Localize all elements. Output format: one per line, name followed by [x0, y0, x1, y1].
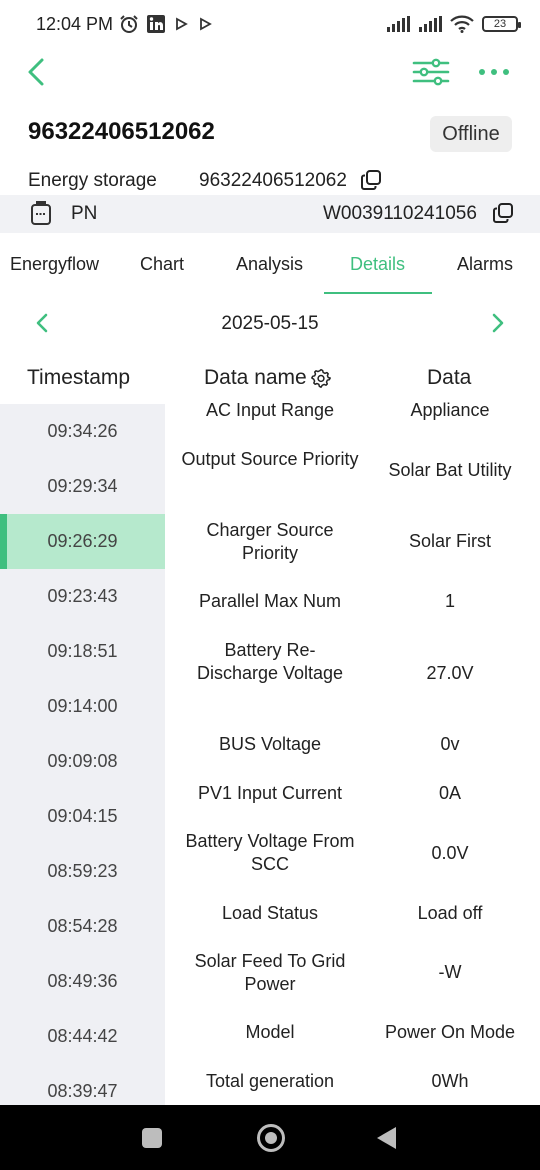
- selected-date[interactable]: 2025-05-15: [0, 313, 540, 335]
- data-value-cell: 27.0V: [426, 663, 474, 683]
- system-nav-bar: [0, 1105, 540, 1170]
- data-name-cell: Parallel Max Num: [198, 591, 342, 611]
- tab-chart[interactable]: Chart: [140, 254, 184, 275]
- play-icon: [200, 17, 212, 31]
- data-value-cell: Load off: [417, 903, 483, 923]
- data-value-cell: 0A: [438, 783, 462, 803]
- app-bar: [0, 48, 540, 96]
- data-header: Data: [427, 366, 472, 389]
- copy-pn-icon[interactable]: [492, 202, 514, 224]
- pn-value: W0039110241056: [323, 203, 477, 224]
- timestamp-row[interactable]: 09:34:26: [0, 404, 165, 459]
- timestamp-row[interactable]: 09:23:43: [0, 569, 165, 624]
- signal-icon: [387, 16, 410, 32]
- data-value-cell: 0Wh: [431, 1071, 469, 1091]
- tab-alarms[interactable]: Alarms: [457, 254, 513, 275]
- copy-serial-icon[interactable]: [360, 169, 382, 191]
- pn-label: PN: [71, 203, 98, 224]
- data-name-cell: BUS Voltage: [218, 734, 322, 754]
- timestamp-row[interactable]: 08:49:36: [0, 954, 165, 1009]
- data-value-cell: Power On Mode: [384, 1022, 516, 1042]
- data-name-header-label: Data name: [204, 366, 307, 389]
- timestamp-row[interactable]: 08:44:42: [0, 1009, 165, 1064]
- status-badge: Offline: [430, 116, 512, 152]
- timestamp-row[interactable]: 09:04:15: [0, 789, 165, 844]
- next-date-button[interactable]: [488, 310, 508, 336]
- timestamp-header: Timestamp: [27, 366, 131, 389]
- notification-icons: [119, 14, 213, 34]
- timestamp-row-selected[interactable]: 09:26:29: [0, 514, 165, 569]
- active-tab-indicator: [324, 292, 432, 294]
- timestamp-row[interactable]: 08:39:47: [0, 1064, 165, 1105]
- data-name-cell: Battery Voltage From SCC: [185, 831, 355, 874]
- tab-bar: Energyflow Chart Analysis Details Alarms: [0, 240, 540, 296]
- data-name-cell: Battery Re-Discharge Voltage: [196, 640, 344, 683]
- system-back-button[interactable]: [377, 1127, 396, 1149]
- status-time: 12:04 PM: [36, 13, 114, 34]
- data-name-cell: PV1 Input Current: [197, 783, 343, 803]
- gear-icon[interactable]: [310, 368, 331, 388]
- tab-details[interactable]: Details: [350, 254, 405, 275]
- home-button[interactable]: [257, 1124, 285, 1152]
- device-id-title: 96322406512062: [28, 118, 215, 145]
- timestamp-row[interactable]: 09:29:34: [0, 459, 165, 514]
- tab-energyflow[interactable]: Energyflow: [10, 254, 99, 275]
- data-value-cell: Solar Bat Utility: [388, 460, 512, 480]
- inverter-icon: [31, 201, 51, 225]
- signal-icon: [419, 16, 442, 32]
- data-value-cell: 1: [444, 591, 455, 611]
- data-name-cell: Charger Source Priority: [206, 520, 334, 563]
- data-value-cell: -W: [438, 962, 462, 982]
- data-value-cell: 0.0V: [431, 843, 469, 863]
- timestamp-row[interactable]: 09:14:00: [0, 679, 165, 734]
- data-name-cell: Output Source Priority: [181, 449, 359, 469]
- data-name-cell: Total generation: [205, 1071, 335, 1091]
- recents-button[interactable]: [142, 1128, 162, 1148]
- device-serial-value: 96322406512062: [199, 170, 347, 191]
- data-name-cell: AC Input Range: [205, 400, 335, 420]
- device-type-label: Energy storage: [28, 170, 157, 191]
- timestamp-list: 09:34:26 09:29:34 09:26:29 09:23:43 09:1…: [0, 404, 165, 1105]
- data-value-cell: Appliance: [410, 400, 490, 420]
- timestamp-row[interactable]: 08:54:28: [0, 899, 165, 954]
- pn-row: PN W0039110241056: [0, 195, 540, 233]
- data-name-cell: Solar Feed To Grid Power: [194, 951, 346, 994]
- data-value-cell: Solar First: [408, 531, 491, 551]
- filter-settings-button[interactable]: [412, 58, 450, 86]
- timestamp-row[interactable]: 08:59:23: [0, 844, 165, 899]
- timestamp-row[interactable]: 09:18:51: [0, 624, 165, 679]
- more-options-button[interactable]: [476, 58, 512, 86]
- timestamp-row[interactable]: 09:09:08: [0, 734, 165, 789]
- status-bar: 12:04 PM 23: [0, 0, 540, 48]
- linkedin-icon: [147, 15, 166, 33]
- system-icons: 23: [386, 15, 521, 33]
- tab-analysis[interactable]: Analysis: [236, 254, 303, 275]
- back-button[interactable]: [22, 56, 50, 88]
- alarm-icon: [120, 15, 138, 33]
- play-icon: [176, 17, 188, 31]
- battery-icon: 23: [482, 16, 521, 32]
- data-name-header: Data name: [204, 366, 331, 390]
- data-name-cell: Load Status: [221, 903, 319, 923]
- wifi-icon: [450, 15, 474, 33]
- data-value-cell: 0v: [440, 734, 460, 754]
- data-name-cell: Model: [245, 1022, 295, 1042]
- battery-level: 23: [493, 18, 507, 30]
